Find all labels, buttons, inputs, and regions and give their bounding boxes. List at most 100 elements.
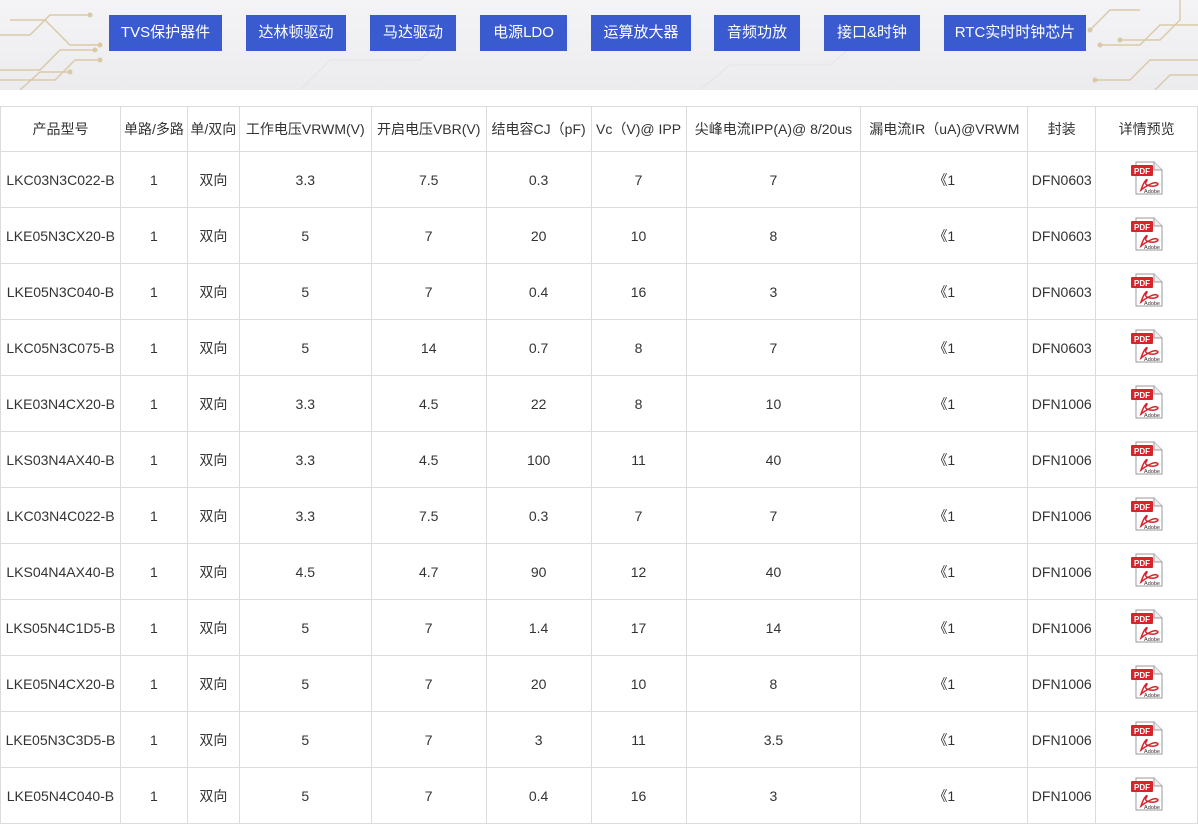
pdf-adobe-icon[interactable]: PDF Adobe bbox=[1130, 608, 1164, 647]
table-row: LKC05N3C075-B 1 双向 5 14 0.7 8 7 《1 DFN0603 PDF Adob… bbox=[0, 319, 1198, 376]
pdf-adobe-icon[interactable]: PDF Adobe bbox=[1130, 720, 1164, 759]
model-cell: LKS05N4C1D5-B bbox=[0, 599, 121, 656]
direction-cell: 双向 bbox=[186, 375, 240, 432]
channels-cell: 1 bbox=[119, 263, 188, 320]
adobe-label: Adobe bbox=[1144, 301, 1160, 307]
preview-cell: PDF Adobe bbox=[1095, 375, 1198, 432]
ipp-cell: 3 bbox=[685, 767, 862, 824]
vrwm-cell: 5 bbox=[238, 207, 372, 264]
vc-cell: 11 bbox=[590, 711, 687, 768]
ir-cell: 《1 bbox=[860, 207, 1029, 264]
direction-cell: 双向 bbox=[186, 431, 240, 488]
category-tvs-button[interactable]: TVS保护器件 bbox=[109, 15, 222, 51]
package-cell: DFN1006 bbox=[1027, 599, 1097, 656]
cj-cell: 0.3 bbox=[485, 487, 592, 544]
ir-cell: 《1 bbox=[860, 151, 1029, 208]
package-cell: DFN1006 bbox=[1027, 543, 1097, 600]
package-cell: DFN1006 bbox=[1027, 487, 1097, 544]
adobe-label: Adobe bbox=[1144, 189, 1160, 195]
category-audio-amp-button[interactable]: 音频功放 bbox=[714, 15, 800, 51]
pdf-adobe-icon[interactable]: PDF Adobe bbox=[1130, 664, 1164, 703]
pdf-adobe-icon[interactable]: PDF Adobe bbox=[1130, 552, 1164, 591]
vc-cell: 8 bbox=[590, 319, 687, 376]
preview-cell: PDF Adobe bbox=[1095, 599, 1198, 656]
vbr-cell: 7.5 bbox=[370, 151, 487, 208]
category-motor-driver-button[interactable]: 马达驱动 bbox=[370, 15, 456, 51]
ipp-cell: 7 bbox=[685, 151, 862, 208]
preview-cell: PDF Adobe bbox=[1095, 767, 1198, 824]
adobe-label: Adobe bbox=[1144, 245, 1160, 251]
vc-cell: 12 bbox=[590, 543, 687, 600]
cj-cell: 0.4 bbox=[485, 263, 592, 320]
model-cell: LKS03N4AX40-B bbox=[0, 431, 121, 488]
vrwm-cell: 5 bbox=[238, 767, 372, 824]
vbr-cell: 4.7 bbox=[370, 543, 487, 600]
category-ldo-button[interactable]: 电源LDO bbox=[480, 15, 567, 51]
package-cell: DFN1006 bbox=[1027, 375, 1097, 432]
pdf-label: PDF bbox=[1134, 783, 1150, 792]
pdf-adobe-icon[interactable]: PDF Adobe bbox=[1130, 216, 1164, 255]
vc-cell: 17 bbox=[590, 599, 687, 656]
ir-cell: 《1 bbox=[860, 655, 1029, 712]
ipp-cell: 7 bbox=[685, 487, 862, 544]
direction-cell: 双向 bbox=[186, 487, 240, 544]
model-cell: LKE03N4CX20-B bbox=[0, 375, 121, 432]
column-header: 结电容CJ（pF) bbox=[485, 106, 592, 152]
vc-cell: 11 bbox=[590, 431, 687, 488]
channels-cell: 1 bbox=[119, 319, 188, 376]
adobe-label: Adobe bbox=[1144, 805, 1160, 811]
pdf-label: PDF bbox=[1134, 391, 1150, 400]
preview-cell: PDF Adobe bbox=[1095, 711, 1198, 768]
vrwm-cell: 3.3 bbox=[238, 375, 372, 432]
vrwm-cell: 4.5 bbox=[238, 543, 372, 600]
ipp-cell: 10 bbox=[685, 375, 862, 432]
package-cell: DFN1006 bbox=[1027, 655, 1097, 712]
preview-cell: PDF Adobe bbox=[1095, 655, 1198, 712]
preview-cell: PDF Adobe bbox=[1095, 319, 1198, 376]
ir-cell: 《1 bbox=[860, 487, 1029, 544]
pdf-adobe-icon[interactable]: PDF Adobe bbox=[1130, 160, 1164, 199]
pdf-label: PDF bbox=[1134, 727, 1150, 736]
channels-cell: 1 bbox=[119, 543, 188, 600]
vbr-cell: 7 bbox=[370, 711, 487, 768]
pdf-adobe-icon[interactable]: PDF Adobe bbox=[1130, 496, 1164, 535]
pdf-adobe-icon[interactable]: PDF Adobe bbox=[1130, 776, 1164, 815]
vrwm-cell: 3.3 bbox=[238, 151, 372, 208]
pdf-label: PDF bbox=[1134, 279, 1150, 288]
column-header: Vc（V)@ IPP bbox=[590, 106, 687, 152]
pdf-adobe-icon[interactable]: PDF Adobe bbox=[1130, 272, 1164, 311]
vrwm-cell: 5 bbox=[238, 263, 372, 320]
ir-cell: 《1 bbox=[860, 375, 1029, 432]
pdf-label: PDF bbox=[1134, 671, 1150, 680]
column-header: 单/双向 bbox=[186, 106, 240, 152]
cj-cell: 0.7 bbox=[485, 319, 592, 376]
channels-cell: 1 bbox=[119, 487, 188, 544]
category-darlington-button[interactable]: 达林顿驱动 bbox=[246, 15, 346, 51]
vbr-cell: 7 bbox=[370, 263, 487, 320]
table-row: LKC03N4C022-B 1 双向 3.3 7.5 0.3 7 7 《1 DFN1006 PDF A… bbox=[0, 487, 1198, 544]
package-cell: DFN1006 bbox=[1027, 711, 1097, 768]
vbr-cell: 14 bbox=[370, 319, 487, 376]
package-cell: DFN0603 bbox=[1027, 151, 1097, 208]
adobe-label: Adobe bbox=[1144, 357, 1160, 363]
adobe-label: Adobe bbox=[1144, 469, 1160, 475]
category-interface-clock-button[interactable]: 接口&时钟 bbox=[824, 15, 920, 51]
cj-cell: 3 bbox=[485, 711, 592, 768]
cj-cell: 22 bbox=[485, 375, 592, 432]
channels-cell: 1 bbox=[119, 207, 188, 264]
pdf-adobe-icon[interactable]: PDF Adobe bbox=[1130, 384, 1164, 423]
category-opamp-button[interactable]: 运算放大器 bbox=[591, 15, 691, 51]
table-row: LKE05N3C040-B 1 双向 5 7 0.4 16 3 《1 DFN0603 PDF Adob… bbox=[0, 263, 1198, 320]
category-rtc-button[interactable]: RTC实时时钟芯片 bbox=[944, 15, 1086, 51]
vc-cell: 10 bbox=[590, 207, 687, 264]
package-cell: DFN0603 bbox=[1027, 263, 1097, 320]
cj-cell: 20 bbox=[485, 655, 592, 712]
table-row: LKE03N4CX20-B 1 双向 3.3 4.5 22 8 10 《1 DFN1006 PDF A… bbox=[0, 375, 1198, 432]
column-header: 产品型号 bbox=[0, 106, 121, 152]
table-row: LKE05N4CX20-B 1 双向 5 7 20 10 8 《1 DFN1006 PDF Adobe bbox=[0, 655, 1198, 712]
table-header-row: 产品型号 单路/多路 单/双向 工作电压VRWM(V) 开启电压VBR(V) 结电容CJ（… bbox=[0, 106, 1198, 152]
model-cell: LKC05N3C075-B bbox=[0, 319, 121, 376]
pdf-adobe-icon[interactable]: PDF Adobe bbox=[1130, 440, 1164, 479]
pdf-adobe-icon[interactable]: PDF Adobe bbox=[1130, 328, 1164, 367]
vc-cell: 8 bbox=[590, 375, 687, 432]
